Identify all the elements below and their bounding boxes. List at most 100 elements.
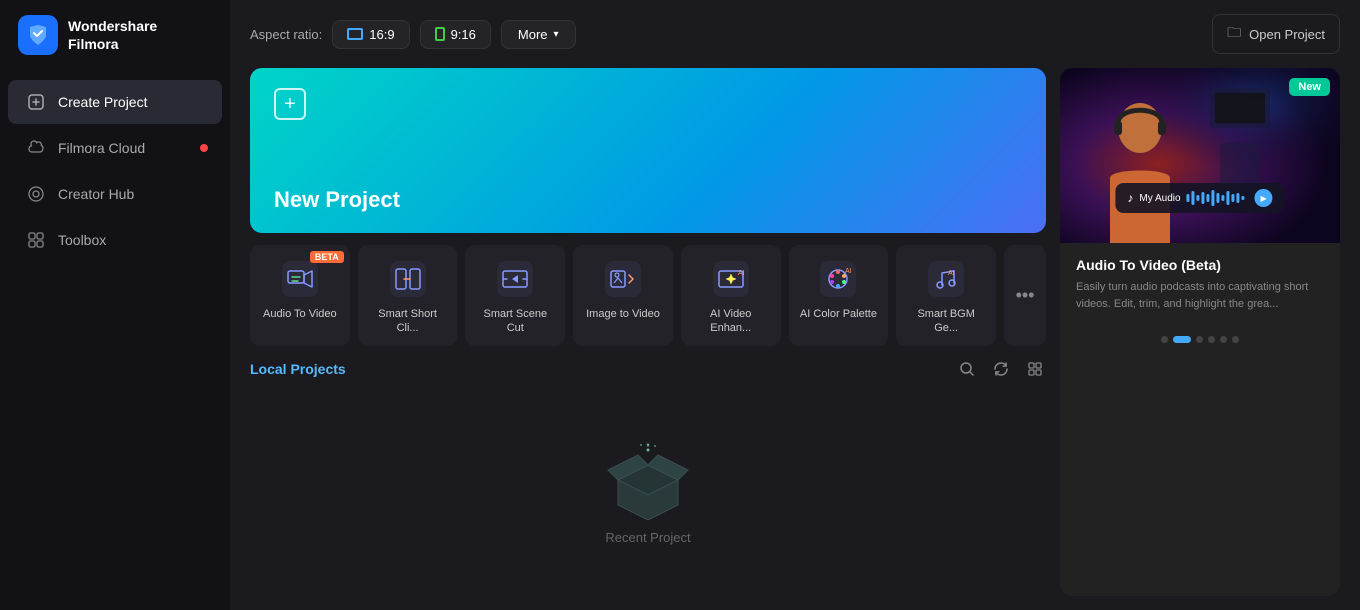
main-content: Aspect ratio: 16:9 9:16 More ▾ 🗀 Open Pr…	[230, 0, 1360, 610]
wave-bar	[1212, 190, 1215, 206]
wave-bar	[1187, 194, 1190, 202]
carousel-dot[interactable]	[1196, 336, 1203, 343]
ai-tool-label: AI Color Palette	[800, 307, 877, 321]
section-header: Local Projects	[250, 358, 1046, 380]
wave-bar	[1242, 196, 1245, 200]
feature-description: Easily turn audio podcasts into captivat…	[1076, 279, 1324, 312]
logo-text: Wondershare Filmora	[68, 17, 157, 53]
new-project-plus-icon: +	[274, 88, 306, 120]
ai-tool-label: Audio To Video	[263, 307, 337, 321]
logo-icon	[18, 15, 58, 55]
aspect-16-9-button[interactable]: 16:9	[332, 20, 409, 49]
toolbox-icon	[26, 230, 46, 250]
wave-bar	[1197, 195, 1200, 201]
top-bar: Aspect ratio: 16:9 9:16 More ▾ 🗀 Open Pr…	[250, 14, 1340, 54]
ai-tools-row: BETA Audio To Video	[250, 245, 1046, 346]
carousel-dot[interactable]	[1232, 336, 1239, 343]
right-panel: New ♪ My Audio	[1060, 68, 1340, 596]
sidebar-item-label: Creator Hub	[58, 186, 134, 202]
ai-tool-label: AI Video Enhan...	[691, 307, 771, 336]
ai-tool-audio-to-video[interactable]: BETA Audio To Video	[250, 245, 350, 346]
wave-bar	[1207, 194, 1210, 202]
more-label: More	[518, 27, 548, 42]
create-project-icon	[26, 92, 46, 112]
empty-box-icon	[603, 440, 693, 520]
folder-icon: 🗀	[1227, 22, 1241, 46]
ai-tool-label: Smart Scene Cut	[475, 307, 555, 336]
svg-text:AI: AI	[845, 268, 852, 275]
more-aspect-button[interactable]: More ▾	[501, 20, 576, 49]
wave-bar	[1237, 193, 1240, 203]
carousel-dot[interactable]	[1161, 336, 1168, 343]
wave-bars	[1187, 190, 1245, 206]
sidebar: Wondershare Filmora Create Project Filmo…	[0, 0, 230, 610]
sidebar-item-creator-hub[interactable]: Creator Hub	[8, 172, 222, 216]
wave-bar	[1202, 192, 1205, 204]
ai-color-palette-icon: AI	[818, 259, 858, 299]
music-icon: ♪	[1127, 191, 1133, 205]
more-tools-button[interactable]: •••	[1004, 245, 1046, 346]
feature-info: Audio To Video (Beta) Easily turn audio …	[1060, 243, 1340, 326]
refresh-button[interactable]	[990, 358, 1012, 380]
logo-area: Wondershare Filmora	[0, 0, 230, 70]
sidebar-item-filmora-cloud[interactable]: Filmora Cloud	[8, 126, 222, 170]
aspect-9-16-button[interactable]: 9:16	[420, 20, 491, 49]
creator-hub-icon	[26, 184, 46, 204]
audio-wave-overlay: ♪ My Audio	[1115, 183, 1284, 213]
ai-tool-smart-short-clip[interactable]: Smart Short Cli...	[358, 245, 458, 346]
notification-dot	[200, 144, 208, 152]
ellipsis-icon: •••	[1016, 285, 1035, 306]
feature-title: Audio To Video (Beta)	[1076, 257, 1324, 273]
smart-scene-cut-icon	[495, 259, 535, 299]
new-project-title: New Project	[274, 187, 400, 213]
grid-view-button[interactable]	[1024, 358, 1046, 380]
ai-tool-ai-color-palette[interactable]: AI AI Color Palette	[789, 245, 889, 346]
ai-tool-label: Smart Short Cli...	[368, 307, 448, 336]
aspect-ratio-area: Aspect ratio: 16:9 9:16 More ▾	[250, 20, 576, 49]
wave-bar	[1227, 191, 1230, 205]
chevron-down-icon: ▾	[554, 29, 559, 40]
empty-projects-text: Recent Project	[605, 530, 690, 545]
ai-tool-smart-bgm[interactable]: AI Smart BGM Ge...	[896, 245, 996, 346]
new-badge: New	[1289, 78, 1330, 96]
carousel-dot[interactable]	[1208, 336, 1215, 343]
feature-image: New ♪ My Audio	[1060, 68, 1340, 243]
local-projects-title: Local Projects	[250, 361, 346, 377]
carousel-dot[interactable]	[1220, 336, 1227, 343]
ai-tool-label: Smart BGM Ge...	[906, 307, 986, 336]
ai-tool-label: Image to Video	[586, 307, 660, 321]
screen-icon	[347, 28, 363, 40]
ai-tool-image-to-video[interactable]: Image to Video	[573, 245, 673, 346]
ai-tool-ai-video-enhance[interactable]: AI AI Video Enhan...	[681, 245, 781, 346]
nav-items: Create Project Filmora Cloud Creator Hub	[0, 70, 230, 272]
image-to-video-icon	[603, 259, 643, 299]
svg-text:AI: AI	[948, 270, 955, 277]
carousel-dot-active[interactable]	[1173, 336, 1191, 343]
wave-bar	[1222, 195, 1225, 201]
sidebar-item-toolbox[interactable]: Toolbox	[8, 218, 222, 262]
left-panel: + New Project BETA Audio To Vide	[250, 68, 1046, 596]
sidebar-item-label: Toolbox	[58, 232, 106, 248]
ratio-9-16-label: 9:16	[451, 27, 476, 42]
sidebar-item-create-project[interactable]: Create Project	[8, 80, 222, 124]
phone-icon	[435, 27, 445, 41]
empty-projects: Recent Project	[250, 390, 1046, 596]
wave-bar	[1232, 194, 1235, 202]
carousel-dots	[1060, 326, 1340, 353]
aspect-ratio-label: Aspect ratio:	[250, 27, 322, 42]
search-button[interactable]	[956, 358, 978, 380]
ai-video-enhance-icon: AI	[711, 259, 751, 299]
sidebar-item-label: Create Project	[58, 94, 147, 110]
wave-bar	[1192, 191, 1195, 205]
open-project-button[interactable]: 🗀 Open Project	[1212, 14, 1340, 54]
play-button[interactable]: ▶	[1255, 189, 1273, 207]
smart-bgm-icon: AI	[926, 259, 966, 299]
open-project-label: Open Project	[1249, 27, 1325, 42]
beta-badge: BETA	[310, 251, 344, 263]
new-project-banner[interactable]: + New Project	[250, 68, 1046, 233]
section-tools	[956, 358, 1046, 380]
local-projects-section: Local Projects	[250, 358, 1046, 596]
svg-text:AI: AI	[738, 270, 745, 277]
cloud-icon	[26, 138, 46, 158]
ai-tool-smart-scene-cut[interactable]: Smart Scene Cut	[465, 245, 565, 346]
